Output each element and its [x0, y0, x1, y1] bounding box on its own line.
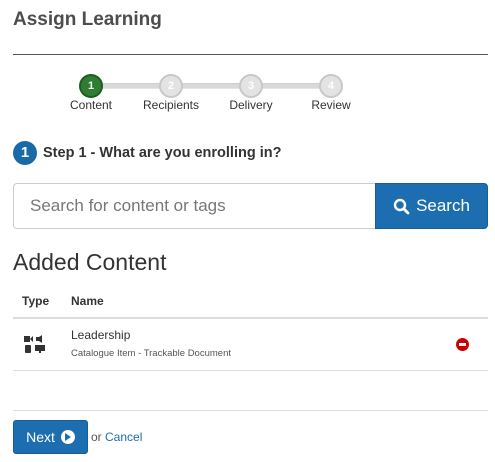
arrow-right-circle-icon	[60, 430, 75, 444]
step-title: Step 1 - What are you enrolling in?	[43, 144, 282, 161]
search-button[interactable]: Search	[375, 183, 488, 229]
search-input[interactable]	[13, 183, 377, 229]
title-divider	[13, 54, 488, 55]
next-button-label: Next	[26, 429, 55, 445]
or-text: or	[91, 430, 102, 444]
trackable-document-icon	[24, 335, 45, 353]
content-item-name: Leadership	[71, 328, 131, 342]
footer-divider	[13, 410, 488, 411]
page-title: Assign Learning	[13, 9, 162, 30]
progress-stepper: 1 2 3 4 Content Recipients Delivery Revi…	[0, 70, 495, 120]
step-2-circle: 2	[159, 74, 183, 98]
cancel-link[interactable]: Cancel	[105, 430, 142, 444]
search-icon	[393, 198, 410, 214]
step-4-label: Review	[311, 98, 351, 112]
next-button[interactable]: Next	[13, 420, 88, 454]
search-button-label: Search	[416, 196, 470, 215]
step-3-circle: 3	[239, 74, 263, 98]
step-number-badge: 1	[13, 140, 37, 165]
step-4-circle: 4	[319, 74, 343, 98]
added-content-title: Added Content	[13, 249, 167, 275]
remove-icon[interactable]	[456, 338, 469, 351]
column-header-name: Name	[71, 294, 104, 308]
table-header: Type Name	[13, 285, 488, 319]
step-1-circle: 1	[79, 74, 103, 98]
table-row: Leadership Catalogue Item - Trackable Do…	[13, 319, 488, 371]
step-heading: 1 Step 1 - What are you enrolling in?	[13, 140, 281, 165]
added-content-table: Type Name Leadership Catalogue Item - Tr…	[13, 285, 488, 371]
content-item-detail: Catalogue Item - Trackable Document	[71, 348, 231, 359]
column-header-type: Type	[22, 294, 50, 308]
